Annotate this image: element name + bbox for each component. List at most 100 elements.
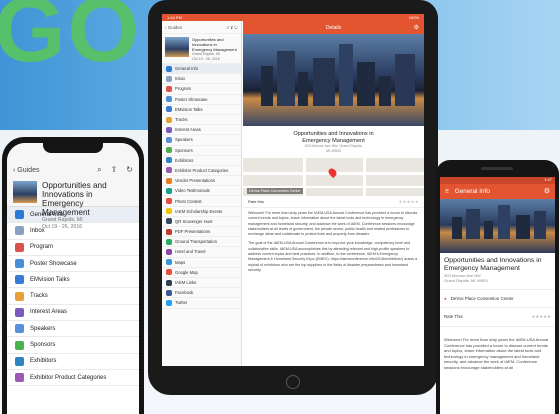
sidebar-item-vendor-presentations[interactable]: Vendor Presentations — [162, 176, 241, 187]
location-map[interactable]: DeVos Place Convention Center — [243, 158, 424, 196]
sidebar-item-tracks[interactable]: Tracks — [162, 115, 241, 126]
twitter-icon — [166, 299, 172, 306]
event-address: 303 Monroe Ave NW, Grand Rapids, MI 4950… — [243, 144, 424, 153]
sidebar-item-label: IAEM Links — [175, 280, 197, 286]
sidebar-item-twitter[interactable]: Twitter — [162, 298, 241, 309]
rating-stars[interactable]: ★★★★★ — [531, 314, 551, 320]
location-row[interactable]: ● DeVos Place Convention Center — [440, 289, 555, 308]
sidebar-item-label: Ground Transportation — [175, 239, 217, 245]
sidebar-item-poster-showcase[interactable]: Poster Showcase — [162, 95, 241, 105]
video-testimonials-icon — [166, 187, 172, 194]
speakers-icon — [166, 136, 172, 143]
menu-item-tracks[interactable]: Tracks — [7, 288, 139, 305]
sidebar-item-hotel-and-travel[interactable]: Hotel and Travel — [162, 247, 241, 258]
sidebar-item-ground-transportation[interactable]: Ground Transportation — [162, 237, 241, 248]
tablet-sidebar: ‹ Guides ⌕ ⇪ ↻ Opportunities and Innovat… — [162, 21, 242, 366]
sidebar-item-facebook[interactable]: Facebook — [162, 288, 241, 299]
sponsors-icon — [166, 147, 172, 154]
skyline-banner-image — [440, 199, 555, 253]
google-map-icon — [166, 269, 172, 276]
back-to-guides-button[interactable]: ‹ Guides — [13, 167, 39, 174]
rating-row[interactable]: Rate this ★★★★★ — [243, 196, 424, 208]
rating-stars[interactable]: ★★★★★ — [399, 199, 419, 204]
sidebar-item-label: Vendor Presentations — [175, 178, 216, 184]
search-icon[interactable]: ⌕ — [97, 165, 101, 175]
menu-item-sponsors[interactable]: Sponsors — [7, 337, 139, 354]
sidebar-item-qr-scavenger-hunt[interactable]: QR Scavenger Hunt — [162, 217, 241, 227]
settings-icon[interactable]: ⚙ — [544, 187, 550, 195]
sidebar-item-inbox[interactable]: Inbox — [162, 74, 241, 85]
sidebar-item-label: Interest Areas — [175, 127, 201, 133]
location-pin-icon: ● — [444, 296, 447, 301]
poster-showcase-icon — [15, 259, 24, 269]
rating-row[interactable]: Rate This ★★★★★ — [440, 308, 555, 327]
menu-icon[interactable]: ≡ — [445, 188, 449, 195]
menu-item-label: Tracks — [30, 293, 48, 300]
sidebar-item-pdf-presentations[interactable]: PDF Presentations — [162, 227, 241, 238]
facebook-icon — [166, 289, 172, 296]
sidebar-item-label: Speakers — [175, 137, 193, 143]
sidebar-item-maps[interactable]: Maps — [162, 258, 241, 268]
android-screen: 1:47 ≡ General Info ⚙ Opportunities and … — [440, 177, 555, 414]
sidebar-item-label: Sponsors — [175, 147, 193, 153]
back-to-guides-button[interactable]: ‹ Guides — [165, 25, 182, 30]
iaem-links-icon — [166, 279, 172, 286]
sidebar-item-label: Tracks — [175, 117, 188, 123]
sidebar-item-exhibitor-product-categories[interactable]: Exhibitor Product Categories — [162, 166, 241, 177]
sidebar-item-label: Twitter — [175, 300, 188, 306]
share-icon[interactable]: ⇪ — [230, 25, 233, 30]
android-status-bar: 1:47 — [440, 177, 555, 184]
sidebar-item-emvision-talks[interactable]: EMvision Talks — [162, 105, 241, 115]
menu-item-exhibitors[interactable]: Exhibitors — [7, 354, 139, 370]
pdf-presentations-icon — [166, 228, 172, 235]
event-name: Opportunities and Innovations in Emergen… — [444, 257, 542, 272]
event-summary[interactable]: Opportunities and Innovations in Emergen… — [13, 181, 132, 230]
event-description: Welcome! For more than sixty years the I… — [444, 337, 549, 370]
event-summary[interactable]: Opportunities and Innovations in Emergen… — [162, 34, 241, 64]
sidebar-item-speakers[interactable]: Speakers — [162, 135, 241, 146]
refresh-icon[interactable]: ↻ — [234, 25, 238, 30]
sidebar-item-sponsors[interactable]: Sponsors — [162, 146, 241, 156]
back-label: Guides — [17, 166, 40, 174]
sidebar-item-general-info[interactable]: General Info — [162, 64, 241, 75]
sidebar-item-interest-areas[interactable]: Interest Areas — [162, 125, 241, 136]
menu-item-emvision-talks[interactable]: EMvision Talks — [7, 272, 139, 289]
interest-areas-icon — [15, 307, 24, 317]
android-device: 1:47 ≡ General Info ⚙ Opportunities and … — [436, 160, 559, 414]
sidebar-item-google-map[interactable]: Google Map — [162, 268, 241, 278]
guide-nav-bar: ‹ Guides ⌕ ⇪ ↻ — [13, 165, 133, 175]
menu-item-speakers[interactable]: Speakers — [7, 321, 139, 338]
refresh-icon[interactable]: ↻ — [126, 165, 133, 175]
guide-menu: General Info Inbox Program Poster Showcase E… — [7, 207, 139, 387]
sidebar-item-exhibitors[interactable]: Exhibitors — [162, 156, 241, 166]
menu-item-interest-areas[interactable]: Interest Areas — [7, 305, 139, 322]
exhibitors-icon — [15, 356, 24, 366]
menu-item-label: Poster Showcase — [30, 260, 77, 267]
menu-item-program[interactable]: Program — [7, 240, 139, 256]
menu-item-poster-showcase[interactable]: Poster Showcase — [7, 256, 139, 273]
status-time: 1:44 PM — [167, 15, 182, 20]
sidebar-item-program[interactable]: Program — [162, 84, 241, 95]
sidebar-item-photo-contest[interactable]: Photo Contest — [162, 196, 241, 207]
tablet-details-pane: Details ⚙ Opportunities and Innovations … — [243, 21, 424, 366]
event-description: Welcome! For more than sixty years the I… — [243, 208, 424, 280]
header-title: General Info — [454, 188, 490, 195]
general-info-icon — [166, 65, 172, 72]
tablet-status-bar: 1:44 PM 100% — [162, 14, 424, 21]
sidebar-item-video-testimonials[interactable]: Video Testimonials — [162, 186, 241, 197]
tablet-home-button[interactable] — [286, 375, 300, 389]
settings-icon[interactable]: ⚙ — [414, 24, 419, 31]
sidebar-item-label: Video Testimonials — [175, 188, 210, 194]
event-thumbnail — [165, 37, 189, 57]
sidebar-item-iaem-links[interactable]: IAEM Links — [162, 278, 241, 289]
sidebar-item-label: Hotel and Travel — [175, 249, 206, 255]
menu-item-exhibitor-product-categories[interactable]: Exhibitor Product Categories — [7, 370, 139, 387]
search-icon[interactable]: ⌕ — [227, 25, 230, 30]
phone-notch — [43, 143, 103, 153]
iaem-scholarship-events-icon — [166, 208, 172, 215]
sidebar-item-label: EMvision Talks — [175, 106, 203, 112]
address-line2: Grand Rapids, MI 49503 — [444, 278, 488, 283]
sidebar-item-iaem-scholarship-events[interactable]: IAEM Scholarship Events — [162, 207, 241, 217]
share-icon[interactable]: ⇪ — [111, 165, 118, 175]
general-info-header: ≡ General Info ⚙ — [440, 184, 555, 199]
